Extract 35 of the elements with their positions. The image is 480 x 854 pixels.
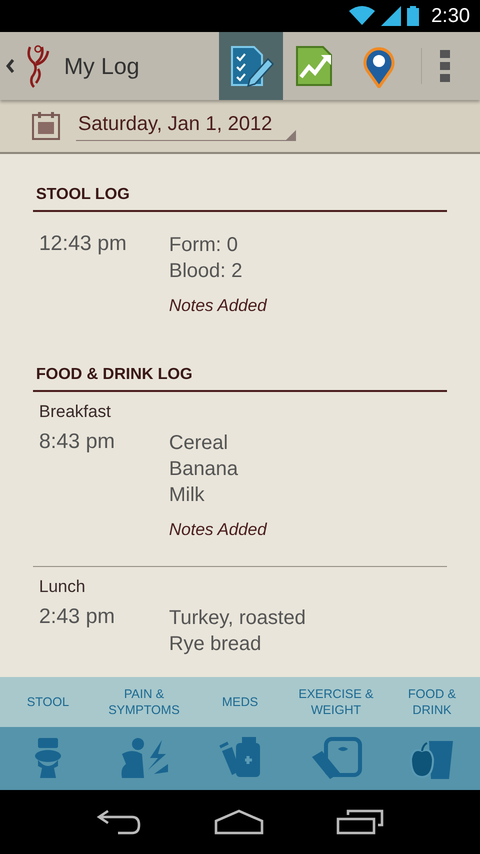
entry-detail: Turkey, roasted xyxy=(169,606,306,631)
back-icon[interactable] xyxy=(96,809,142,835)
notes-label: Notes Added xyxy=(169,296,267,316)
meal-label: Breakfast xyxy=(39,402,112,422)
entry-detail: Banana xyxy=(169,457,239,482)
category-label[interactable]: PAIN & SYMPTOMS xyxy=(96,686,192,718)
log-tab[interactable] xyxy=(219,32,283,100)
signal-icon xyxy=(381,6,402,26)
home-icon[interactable] xyxy=(214,809,264,835)
entry-time: 12:43 pm xyxy=(39,232,128,257)
battery-icon xyxy=(407,6,420,26)
entry-time: 8:43 pm xyxy=(39,430,116,455)
entry-detail: Milk xyxy=(169,483,206,508)
entry-detail: Blood: 2 xyxy=(169,259,244,284)
section-heading: STOOL LOG xyxy=(33,154,447,212)
back-chevron-icon xyxy=(6,59,14,73)
wifi-icon xyxy=(349,6,376,26)
category-label[interactable]: FOOD & DRINK xyxy=(384,686,480,718)
entry-detail: Rye bread xyxy=(169,632,262,657)
entry-detail: Cereal xyxy=(169,431,229,456)
home-button[interactable]: My Log xyxy=(0,43,140,89)
entry-time: 2:43 pm xyxy=(39,605,116,630)
status-time: 2:30 xyxy=(431,4,470,28)
section-heading: FOOD & DRINK LOG xyxy=(33,334,447,392)
category-label[interactable]: EXERCISE & WEIGHT xyxy=(288,686,384,718)
notes-label: Notes Added xyxy=(169,520,267,540)
overflow-menu-icon[interactable] xyxy=(440,50,450,82)
calendar-icon[interactable] xyxy=(32,112,60,140)
meal-label: Lunch xyxy=(39,577,86,597)
checklist-pencil-icon xyxy=(228,43,274,89)
entry-detail: Form: 0 xyxy=(169,233,239,258)
category-label[interactable]: MEDS xyxy=(192,694,288,710)
category-label[interactable]: STOOL xyxy=(0,694,96,710)
recent-apps-icon[interactable] xyxy=(336,809,384,835)
chart-document-icon xyxy=(295,45,335,87)
